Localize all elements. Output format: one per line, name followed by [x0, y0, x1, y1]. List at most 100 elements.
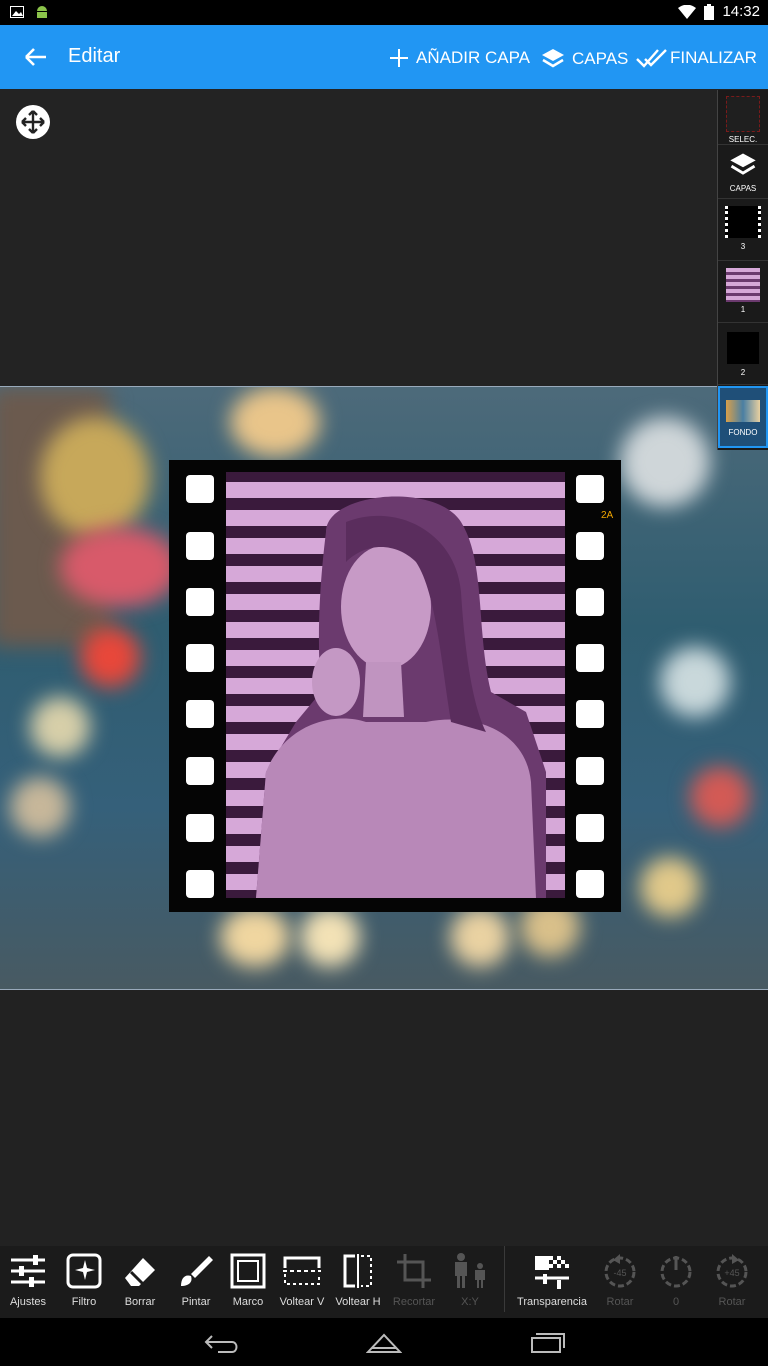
tool-transparency-label: Transparencia — [517, 1296, 587, 1308]
tool-flip-vertical-label: Voltear V — [279, 1296, 325, 1308]
back-arrow-icon[interactable] — [20, 43, 52, 71]
double-check-icon — [636, 49, 667, 68]
layer-background-label: FONDO — [728, 428, 758, 437]
tool-rotate-left[interactable]: -45 Rotar — [592, 1252, 648, 1308]
rotate-left-icon: -45 — [604, 1254, 636, 1288]
tool-erase-label: Borrar — [124, 1296, 156, 1308]
layer-1-label: 1 — [740, 305, 746, 314]
layer-item-1[interactable]: 1 — [718, 262, 768, 323]
plus-icon — [390, 49, 408, 67]
tool-crop[interactable]: Recortar — [386, 1252, 442, 1308]
film-hole — [186, 700, 214, 728]
tool-adjust[interactable]: Ajustes — [0, 1252, 56, 1308]
tool-adjust-label: Ajustes — [9, 1296, 47, 1308]
film-hole — [576, 870, 604, 898]
nav-back-icon[interactable] — [204, 1332, 240, 1354]
film-hole — [186, 588, 214, 616]
film-hole — [186, 475, 214, 503]
finish-label: FINALIZAR — [670, 48, 757, 67]
layer-item-3[interactable]: 3 — [718, 200, 768, 261]
tool-transparency[interactable]: Transparencia — [512, 1252, 592, 1308]
tool-rotate-reset-label: 0 — [672, 1296, 680, 1308]
film-hole — [186, 870, 214, 898]
tool-paint[interactable]: Pintar — [168, 1252, 224, 1308]
layer-layers-label: CAPAS — [729, 184, 757, 193]
film-hole — [576, 644, 604, 672]
tool-frame-label: Marco — [232, 1296, 264, 1308]
film-hole — [576, 757, 604, 785]
gallery-notification-icon — [10, 6, 24, 18]
layer-3-label: 3 — [740, 242, 746, 251]
film-label: 2A — [601, 510, 614, 521]
film-hole — [576, 475, 604, 503]
android-notification-icon — [37, 6, 47, 18]
tool-crop-label: Recortar — [392, 1296, 436, 1308]
eraser-icon — [125, 1258, 155, 1286]
nav-recents-icon[interactable] — [530, 1332, 566, 1354]
bottom-toolbar: Ajustes Filtro Borrar Pintar Marco Volte… — [0, 1246, 768, 1318]
rotate-right-badge: +45 — [724, 1268, 739, 1278]
finish-button[interactable]: FINALIZAR — [636, 47, 757, 69]
status-bar: 14:32 — [0, 0, 768, 25]
flip-horizontal-icon — [343, 1254, 372, 1288]
film-hole — [186, 532, 214, 560]
layer-item-background[interactable]: FONDO — [718, 386, 768, 448]
filter-icon — [66, 1253, 102, 1289]
layer-item-2[interactable]: 2 — [718, 324, 768, 385]
tool-aspect-ratio-label: X:Y — [461, 1296, 479, 1308]
tool-aspect-ratio[interactable]: X:Y — [442, 1252, 498, 1308]
tool-rotate-left-label: Rotar — [606, 1296, 634, 1308]
film-frame-layer[interactable]: 2A — [169, 460, 621, 912]
tool-filter[interactable]: Filtro — [56, 1252, 112, 1308]
tool-erase[interactable]: Borrar — [112, 1252, 168, 1308]
layer-select[interactable]: SELEC. — [718, 92, 768, 145]
layers-icon — [542, 49, 564, 68]
rotate-reset-icon — [660, 1256, 692, 1288]
page-title: Editar — [68, 45, 121, 67]
film-hole — [576, 814, 604, 842]
tool-frame[interactable]: Marco — [220, 1252, 276, 1308]
transparency-icon — [535, 1256, 569, 1289]
tool-filter-label: Filtro — [71, 1296, 97, 1308]
tool-flip-horizontal[interactable]: Voltear H — [330, 1252, 386, 1308]
brush-icon — [181, 1256, 213, 1286]
layer-select-label: SELEC. — [728, 135, 758, 144]
portrait-photo — [226, 472, 565, 898]
tool-flip-horizontal-label: Voltear H — [335, 1296, 381, 1308]
battery-icon — [704, 3, 715, 20]
app-bar: Editar AÑADIR CAPA CAPAS FINALIZAR — [0, 25, 768, 89]
layer-2-label: 2 — [740, 368, 746, 377]
rotate-right-icon: +45 — [716, 1254, 748, 1288]
tool-rotate-right-label: Rotar — [718, 1296, 746, 1308]
tool-flip-vertical[interactable]: Voltear V — [274, 1252, 330, 1308]
rotate-left-badge: -45 — [613, 1268, 626, 1278]
frame-icon — [230, 1253, 266, 1289]
layers-panel: SELEC. CAPAS 3 1 2 FONDO — [717, 90, 768, 450]
film-hole — [186, 644, 214, 672]
toolbar-divider — [504, 1246, 505, 1312]
add-layer-button[interactable]: AÑADIR CAPA — [388, 47, 530, 69]
nav-home-icon[interactable] — [366, 1332, 402, 1354]
wifi-icon — [678, 4, 697, 19]
canvas-area[interactable] — [0, 89, 768, 386]
layer-layers[interactable]: CAPAS — [718, 146, 768, 199]
system-nav-bar — [0, 1318, 768, 1366]
tool-rotate-right[interactable]: +45 Rotar — [704, 1252, 760, 1308]
flip-vertical-icon — [283, 1256, 321, 1285]
layers-icon — [730, 153, 756, 175]
aspect-ratio-icon — [455, 1253, 485, 1288]
film-hole — [576, 588, 604, 616]
move-icon[interactable] — [16, 105, 50, 139]
film-hole — [576, 700, 604, 728]
layers-button[interactable]: CAPAS — [540, 47, 628, 71]
film-hole — [186, 814, 214, 842]
film-hole — [576, 532, 604, 560]
crop-icon — [397, 1254, 431, 1288]
sliders-icon — [11, 1255, 45, 1287]
add-layer-label: AÑADIR CAPA — [416, 48, 530, 67]
tool-rotate-reset[interactable]: 0 — [648, 1252, 704, 1308]
tool-paint-label: Pintar — [181, 1296, 211, 1308]
film-hole — [186, 757, 214, 785]
layers-label: CAPAS — [572, 49, 629, 68]
clock: 14:32 — [722, 3, 760, 20]
